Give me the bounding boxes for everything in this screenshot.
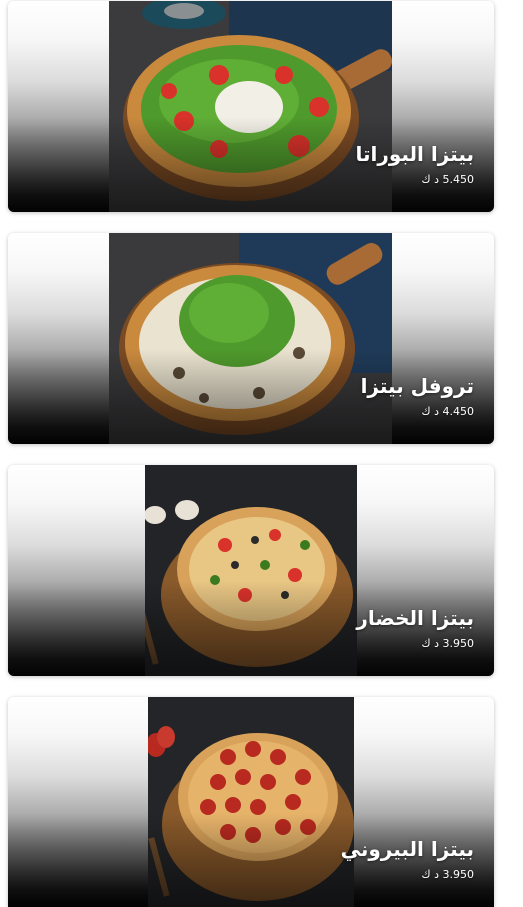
item-name: بيتزا البيروني — [340, 837, 474, 861]
vegetable-pizza-image — [145, 465, 357, 676]
truffle-pizza-image — [109, 233, 392, 444]
menu-item-card[interactable]: تروفل بيتزا 4.450 د ك — [8, 233, 494, 444]
item-price: 3.950 د ك — [421, 637, 474, 650]
item-price: 4.450 د ك — [421, 405, 474, 418]
truffle-pizza-illustration — [109, 233, 392, 444]
pepperoni-pizza-illustration — [148, 697, 354, 907]
menu-item-card[interactable]: بيتزا الخضار 3.950 د ك — [8, 465, 494, 676]
burrata-pizza-illustration — [109, 1, 392, 212]
vegetable-pizza-illustration — [145, 465, 357, 676]
item-name: تروفل بيتزا — [360, 374, 474, 398]
burrata-pizza-image — [109, 1, 392, 212]
item-name: بيتزا الخضار — [356, 606, 474, 630]
pepperoni-pizza-image — [148, 697, 354, 907]
item-price: 5.450 د ك — [421, 173, 474, 186]
menu-list: بيتزا البوراتا 5.450 د ك تروفل بيتزا 4.4… — [0, 0, 523, 907]
menu-item-card[interactable]: بيتزا البوراتا 5.450 د ك — [8, 1, 494, 212]
item-name: بيتزا البوراتا — [355, 142, 474, 166]
item-price: 3.950 د ك — [421, 868, 474, 881]
menu-item-card[interactable]: بيتزا البيروني 3.950 د ك — [8, 697, 494, 907]
